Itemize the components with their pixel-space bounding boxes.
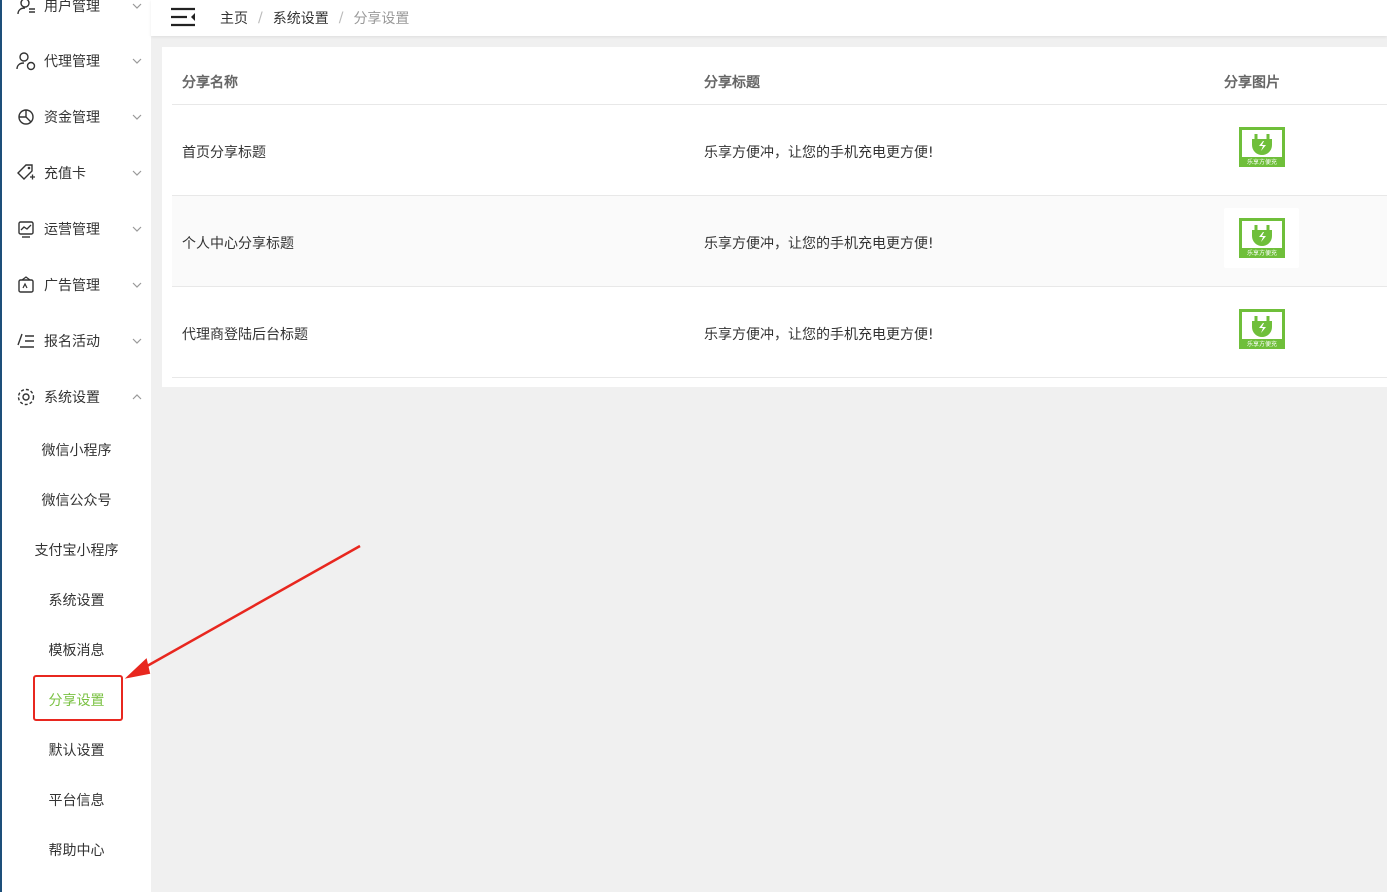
chevron-down-icon bbox=[132, 170, 142, 176]
table-row[interactable]: 代理商登陆后台标题 乐享方便冲，让您的手机充电更方便! 乐享方便充 bbox=[172, 287, 1387, 378]
chevron-down-icon bbox=[132, 282, 142, 288]
sidebar: 用户管理 代理管理 资金管理 充值卡 运营管理 广告管理 报名活动 系统设置 微… bbox=[0, 0, 151, 892]
table-row[interactable]: 首页分享标题 乐享方便冲，让您的手机充电更方便! 乐享方便充 bbox=[172, 105, 1387, 196]
menu-toggle-icon[interactable] bbox=[170, 6, 196, 28]
pie-chart-icon bbox=[18, 109, 34, 125]
menu-label: 广告管理 bbox=[44, 278, 100, 294]
menu-item-system-settings[interactable]: 系统设置 bbox=[2, 369, 151, 425]
menu-item-event-registration[interactable]: 报名活动 bbox=[2, 313, 151, 369]
chevron-down-icon bbox=[132, 3, 142, 9]
submenu-item-platform-info[interactable]: 平台信息 bbox=[2, 775, 151, 825]
cell-share-title: 乐享方便冲，让您的手机充电更方便! bbox=[704, 236, 934, 252]
menu-label: 资金管理 bbox=[44, 110, 100, 126]
menu-item-agent-management[interactable]: 代理管理 bbox=[2, 33, 151, 89]
column-header-share-name: 分享名称 bbox=[182, 75, 238, 91]
breadcrumb: 主页 / 系统设置 / 分享设置 bbox=[220, 8, 409, 28]
submenu-item-alipay-mini-program[interactable]: 支付宝小程序 bbox=[2, 525, 151, 575]
menu-label: 运营管理 bbox=[44, 222, 100, 238]
share-settings-table: 分享名称 分享标题 分享图片 首页分享标题 乐享方便冲，让您的手机充电更方便! … bbox=[172, 47, 1387, 378]
chevron-down-icon bbox=[132, 58, 142, 64]
menu-item-funds-management[interactable]: 资金管理 bbox=[2, 89, 151, 145]
cell-share-name: 首页分享标题 bbox=[182, 145, 266, 161]
chevron-down-icon bbox=[132, 338, 142, 344]
submenu-item-template-messages[interactable]: 模板消息 bbox=[2, 625, 151, 675]
cell-share-title: 乐享方便冲，让您的手机充电更方便! bbox=[704, 327, 934, 343]
table-row[interactable]: 个人中心分享标题 乐享方便冲，让您的手机充电更方便! 乐享方便充 bbox=[172, 196, 1387, 287]
share-image-thumbnail[interactable]: 乐享方便充 bbox=[1224, 117, 1299, 177]
content-panel: 分享名称 分享标题 分享图片 首页分享标题 乐享方便冲，让您的手机充电更方便! … bbox=[162, 47, 1387, 387]
menu-item-user-management[interactable]: 用户管理 bbox=[2, 0, 151, 34]
charger-plug-icon: 乐享方便充 bbox=[1238, 127, 1285, 167]
breadcrumb-system-settings[interactable]: 系统设置 bbox=[273, 8, 329, 28]
submenu-item-system-settings[interactable]: 系统设置 bbox=[2, 575, 151, 625]
cell-share-name: 个人中心分享标题 bbox=[182, 236, 294, 252]
submenu-item-wechat-official-account[interactable]: 微信公众号 bbox=[2, 475, 151, 525]
menu-item-recharge-card[interactable]: 充值卡 bbox=[2, 145, 151, 201]
thumbnail-brand-text: 乐享方便充 bbox=[1246, 158, 1276, 166]
list-edit-icon bbox=[17, 333, 34, 348]
menu-label: 用户管理 bbox=[44, 0, 100, 15]
share-image-thumbnail[interactable]: 乐享方便充 bbox=[1224, 208, 1299, 268]
table-header: 分享名称 分享标题 分享图片 bbox=[172, 47, 1387, 105]
menu-label: 报名活动 bbox=[44, 334, 100, 350]
breadcrumb-current: 分享设置 bbox=[353, 11, 410, 27]
menu-label: 充值卡 bbox=[44, 166, 86, 182]
annotation-highlight-box bbox=[33, 675, 123, 721]
menu-label: 代理管理 bbox=[44, 54, 100, 70]
menu-item-operations-management[interactable]: 运营管理 bbox=[2, 201, 151, 257]
breadcrumb-separator: / bbox=[258, 10, 263, 26]
trend-icon bbox=[18, 221, 34, 238]
submenu-item-help-center[interactable]: 帮助中心 bbox=[2, 825, 151, 875]
chevron-up-icon bbox=[132, 394, 142, 400]
top-header: 主页 / 系统设置 / 分享设置 bbox=[151, 0, 1387, 36]
menu-label: 系统设置 bbox=[44, 390, 100, 406]
chevron-down-icon bbox=[132, 226, 142, 232]
gear-icon bbox=[17, 388, 35, 406]
breadcrumb-separator: / bbox=[338, 10, 344, 26]
agent-icon bbox=[16, 52, 36, 71]
charger-plug-icon: 乐享方便充 bbox=[1238, 218, 1285, 258]
cell-share-title: 乐享方便冲，让您的手机充电更方便! bbox=[704, 145, 934, 161]
thumbnail-brand-text: 乐享方便充 bbox=[1246, 249, 1276, 257]
ad-icon bbox=[18, 276, 34, 293]
user-icon bbox=[17, 0, 35, 15]
submenu-item-wechat-mini-program[interactable]: 微信小程序 bbox=[2, 425, 151, 475]
charger-plug-icon: 乐享方便充 bbox=[1238, 309, 1285, 349]
tag-icon bbox=[17, 164, 35, 180]
thumbnail-brand-text: 乐享方便充 bbox=[1246, 340, 1276, 348]
submenu-item-default-settings[interactable]: 默认设置 bbox=[2, 725, 151, 775]
menu-item-ad-management[interactable]: 广告管理 bbox=[2, 257, 151, 313]
column-header-share-image: 分享图片 bbox=[1224, 75, 1280, 91]
chevron-down-icon bbox=[132, 114, 142, 120]
share-image-thumbnail[interactable]: 乐享方便充 bbox=[1224, 299, 1299, 359]
cell-share-name: 代理商登陆后台标题 bbox=[182, 327, 308, 343]
column-header-share-title: 分享标题 bbox=[704, 75, 760, 91]
breadcrumb-home[interactable]: 主页 bbox=[220, 8, 248, 28]
